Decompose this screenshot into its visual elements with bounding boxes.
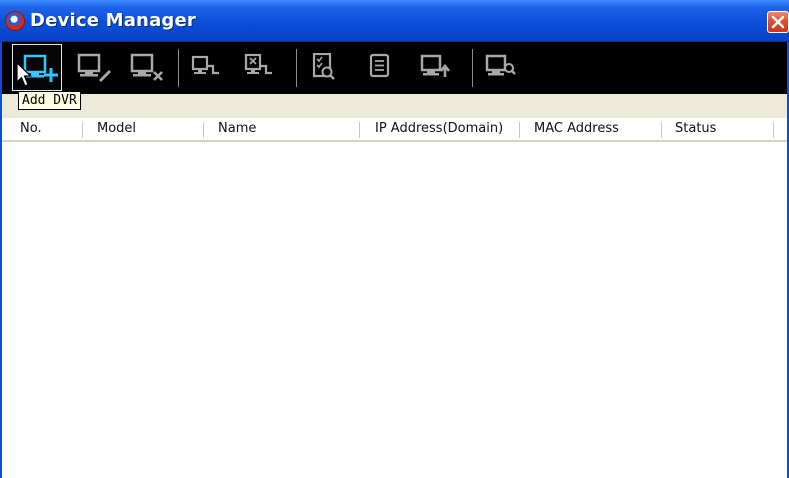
column-header-model[interactable]: Model <box>97 118 136 140</box>
checklist-search-icon <box>312 53 335 80</box>
upgrade-button[interactable] <box>410 44 460 91</box>
monitor-disconnect-icon <box>244 53 272 75</box>
monitor-connect-icon <box>191 55 219 75</box>
column-header-mac-address[interactable]: MAC Address <box>534 118 619 140</box>
monitor-search-icon <box>485 54 516 76</box>
monitor-arrow-icon <box>420 54 451 77</box>
panel-background <box>0 94 789 118</box>
window-title: Device Manager <box>30 10 196 31</box>
column-divider[interactable] <box>661 122 662 138</box>
column-divider[interactable] <box>359 122 360 138</box>
app-logo-icon <box>6 12 24 30</box>
delete-dvr-button[interactable] <box>120 44 170 91</box>
monitor-x-icon <box>130 53 163 81</box>
mouse-cursor-icon <box>16 62 32 87</box>
toolbar-separator <box>178 49 179 87</box>
close-button[interactable] <box>767 11 789 33</box>
title-bar[interactable]: Device Manager <box>0 0 789 42</box>
log-button[interactable] <box>357 44 407 91</box>
search-dvr-button[interactable] <box>475 44 525 91</box>
toolbar-separator <box>472 49 473 87</box>
toolbar-separator <box>296 49 297 87</box>
check-list-button[interactable] <box>300 44 350 91</box>
connect-button[interactable] <box>180 44 230 91</box>
column-divider[interactable] <box>203 122 204 138</box>
column-header-ip-address[interactable]: IP Address(Domain) <box>375 118 503 140</box>
column-divider[interactable] <box>773 122 774 138</box>
tooltip: Add DVR <box>18 91 81 110</box>
table-header: No. Model Name IP Address(Domain) MAC Ad… <box>0 118 789 142</box>
column-header-status[interactable]: Status <box>675 118 716 140</box>
edit-dvr-button[interactable] <box>67 44 117 91</box>
column-header-no[interactable]: No. <box>20 118 42 140</box>
column-divider[interactable] <box>82 122 83 138</box>
device-list[interactable] <box>0 142 789 478</box>
window-border-left <box>0 42 2 478</box>
column-divider[interactable] <box>519 122 520 138</box>
close-icon <box>771 15 785 29</box>
document-icon <box>369 53 390 78</box>
toolbar <box>0 42 789 94</box>
disconnect-button[interactable] <box>233 44 283 91</box>
monitor-pencil-icon <box>77 53 111 82</box>
column-header-name[interactable]: Name <box>218 118 256 140</box>
